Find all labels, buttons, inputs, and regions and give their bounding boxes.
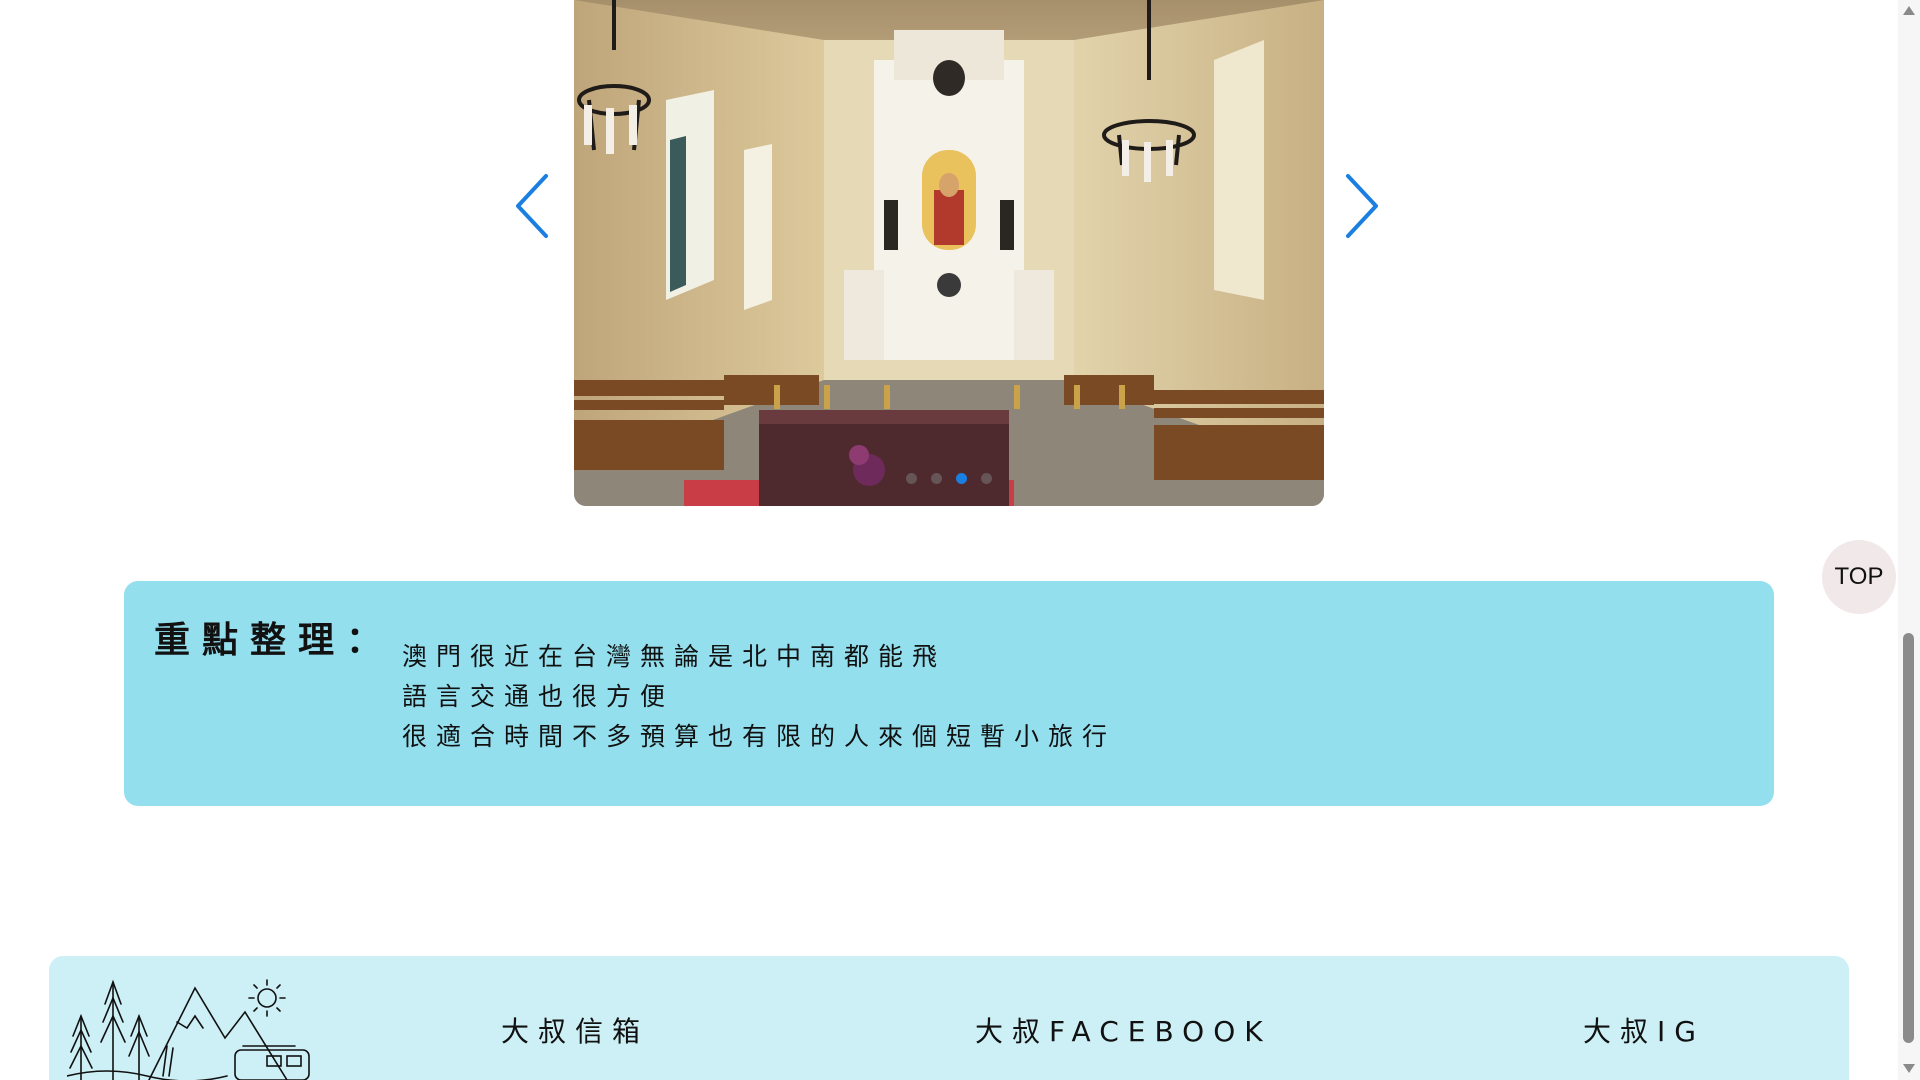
- footer-link-facebook[interactable]: 大叔FACEBOOK: [975, 1010, 1272, 1050]
- carousel-dot[interactable]: [981, 473, 992, 484]
- scroll-down-arrow-icon[interactable]: [1903, 1064, 1915, 1073]
- scroll-up-arrow-icon[interactable]: [1903, 6, 1915, 15]
- page: 重點整理： 澳門很近在台灣無論是北中南都能飛 語言交通也很方便 很適合時間不多預…: [0, 0, 1920, 1080]
- chevron-left-icon: [516, 174, 548, 238]
- summary-line: 語言交通也很方便: [402, 682, 675, 711]
- back-to-top-button[interactable]: TOP: [1822, 540, 1896, 614]
- footer-link-instagram[interactable]: 大叔IG: [1583, 1010, 1705, 1050]
- summary-line: 澳門很近在台灣無論是北中南都能飛: [402, 642, 947, 671]
- page-scrollbar[interactable]: [1898, 0, 1920, 1080]
- chevron-right-icon: [1346, 174, 1378, 238]
- carousel-next-button[interactable]: [1340, 170, 1384, 242]
- carousel-prev-button[interactable]: [510, 170, 554, 242]
- summary-title: 重點整理：: [154, 620, 395, 661]
- footer-link-mail[interactable]: 大叔信箱: [501, 1010, 649, 1050]
- mountain-camper-illustration: [67, 979, 310, 1080]
- image-carousel[interactable]: [574, 0, 1324, 506]
- carousel-dot[interactable]: [931, 473, 942, 484]
- carousel-pagination: [574, 473, 1324, 484]
- carousel-dot-active[interactable]: [956, 473, 967, 484]
- summary-line: 很適合時間不多預算也有限的人來個短暫小旅行: [402, 722, 1117, 751]
- footer: 大叔信箱 大叔FACEBOOK 大叔IG: [49, 956, 1849, 1080]
- summary-lines: 澳門很近在台灣無論是北中南都能飛 語言交通也很方便 很適合時間不多預算也有限的人…: [402, 637, 1116, 757]
- carousel-dot[interactable]: [906, 473, 917, 484]
- summary-box: 重點整理： 澳門很近在台灣無論是北中南都能飛 語言交通也很方便 很適合時間不多預…: [124, 581, 1774, 806]
- scrollbar-thumb[interactable]: [1903, 633, 1914, 1043]
- church-interior-photo: [574, 0, 1324, 506]
